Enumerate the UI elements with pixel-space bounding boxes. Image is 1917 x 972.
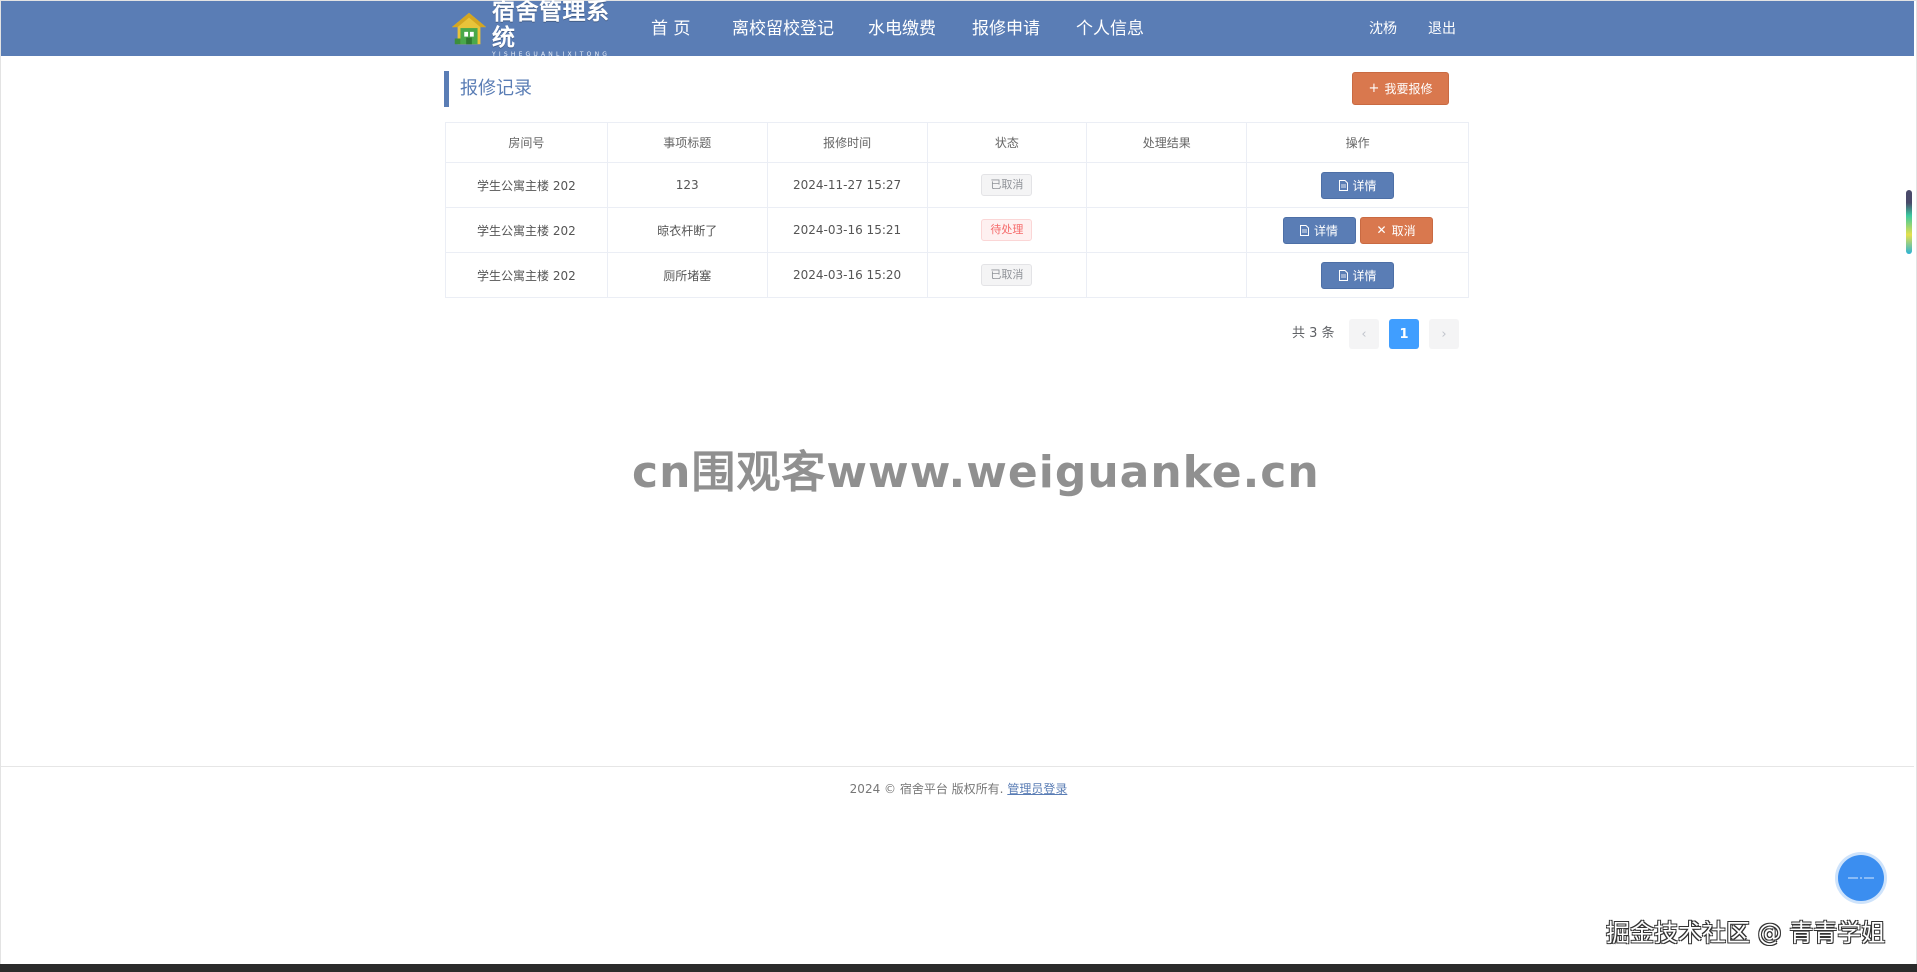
- footer-divider: [1, 766, 1914, 767]
- repair-records-table: 房间号 事项标题 报修时间 状态 处理结果 操作 学生公寓主楼 202 123 …: [445, 122, 1469, 298]
- header-result: 处理结果: [1086, 122, 1248, 163]
- cell-title: 123: [606, 162, 768, 208]
- chevron-left-icon: ‹: [1361, 326, 1367, 342]
- logo[interactable]: 宿舍管理系统 YISHEGUANLIXITONG: [450, 0, 626, 58]
- house-logo-icon: [451, 12, 487, 45]
- bottom-edge-bar: [0, 964, 1917, 972]
- cell-status: 待处理: [926, 207, 1088, 253]
- cell-time: 2024-11-27 15:27: [766, 162, 928, 208]
- cell-room: 学生公寓主楼 202: [445, 162, 608, 208]
- cell-actions: 详情: [1246, 162, 1469, 208]
- status-badge: 已取消: [981, 174, 1033, 196]
- table-header-row: 房间号 事项标题 报修时间 状态 处理结果 操作: [445, 122, 1469, 163]
- nav-utility-payment[interactable]: 水电缴费: [868, 18, 936, 40]
- nav-username[interactable]: 沈杨: [1369, 20, 1397, 38]
- dash-lines-icon: [1848, 877, 1874, 879]
- cell-room: 学生公寓主楼 202: [445, 252, 608, 298]
- cancel-button[interactable]: ✕ 取消: [1359, 216, 1433, 244]
- plus-icon: +: [1368, 81, 1380, 96]
- footer-copyright: 2024 © 宿舍平台 版权所有.: [849, 782, 1004, 796]
- admin-login-link[interactable]: 管理员登录: [1007, 782, 1067, 796]
- detail-label: 详情: [1352, 178, 1377, 193]
- floating-action-button[interactable]: [1838, 855, 1884, 901]
- detail-button[interactable]: 详情: [1282, 216, 1356, 244]
- section-title: 报修记录: [460, 78, 532, 99]
- cell-actions: 详情: [1246, 252, 1469, 298]
- detail-button[interactable]: 详情: [1321, 261, 1395, 289]
- document-icon: [1300, 224, 1310, 236]
- table-row: 学生公寓主楼 202 厕所堵塞 2024-03-16 15:20 已取消 详情: [445, 252, 1469, 298]
- status-badge: 待处理: [981, 219, 1033, 241]
- cell-result: [1086, 252, 1248, 298]
- header-status: 状态: [926, 122, 1088, 163]
- table-row: 学生公寓主楼 202 123 2024-11-27 15:27 已取消 详情: [445, 162, 1469, 208]
- scroll-indicator[interactable]: [1906, 190, 1912, 254]
- nav-logout[interactable]: 退出: [1428, 20, 1456, 38]
- next-page-button[interactable]: ›: [1429, 319, 1459, 349]
- community-watermark: 掘金技术社区 @ 青青学姐: [1606, 919, 1886, 947]
- cell-status: 已取消: [926, 252, 1088, 298]
- prev-page-button[interactable]: ‹: [1349, 319, 1379, 349]
- table-row: 学生公寓主楼 202 晾衣杆断了 2024-03-16 15:21 待处理 详情…: [445, 207, 1469, 253]
- close-icon: ✕: [1376, 223, 1387, 237]
- nav-repair-request[interactable]: 报修申请: [972, 18, 1040, 40]
- cell-result: [1086, 207, 1248, 253]
- cell-result: [1086, 162, 1248, 208]
- section-accent-bar: [444, 71, 449, 107]
- chevron-right-icon: ›: [1441, 326, 1447, 342]
- detail-button[interactable]: 详情: [1321, 171, 1395, 199]
- cell-title: 晾衣杆断了: [606, 207, 768, 253]
- cell-status: 已取消: [926, 162, 1088, 208]
- cell-time: 2024-03-16 15:20: [766, 252, 928, 298]
- logo-title: 宿舍管理系统: [492, 0, 610, 51]
- document-icon: [1338, 179, 1348, 191]
- detail-label: 详情: [1352, 268, 1377, 283]
- footer: 2024 © 宿舍平台 版权所有. 管理员登录: [0, 781, 1917, 797]
- logo-subtitle: YISHEGUANLIXITONG: [492, 51, 611, 58]
- pagination-total: 共 3 条: [1292, 326, 1335, 341]
- nav-leave-registration[interactable]: 离校留校登记: [732, 18, 834, 40]
- nav-personal-info[interactable]: 个人信息: [1076, 18, 1144, 40]
- report-repair-button[interactable]: + 我要报修: [1352, 72, 1449, 105]
- cell-room: 学生公寓主楼 202: [445, 207, 608, 253]
- status-badge: 已取消: [981, 264, 1033, 286]
- page-number-button[interactable]: 1: [1389, 319, 1419, 349]
- cell-actions: 详情 ✕ 取消: [1246, 207, 1469, 253]
- header-actions: 操作: [1246, 122, 1469, 163]
- document-icon: [1338, 269, 1348, 281]
- header-time: 报修时间: [766, 122, 928, 163]
- cell-time: 2024-03-16 15:21: [766, 207, 928, 253]
- report-repair-label: 我要报修: [1384, 82, 1433, 96]
- header-title: 事项标题: [606, 122, 768, 163]
- site-watermark: cn围观客www.weiguanke.cn: [632, 447, 1320, 498]
- nav-home[interactable]: 首 页: [651, 18, 690, 40]
- cancel-label: 取消: [1391, 223, 1416, 238]
- top-navbar: 宿舍管理系统 YISHEGUANLIXITONG 首 页 离校留校登记 水电缴费…: [1, 0, 1914, 58]
- cell-title: 厕所堵塞: [606, 252, 768, 298]
- header-room: 房间号: [445, 122, 608, 163]
- detail-label: 详情: [1314, 223, 1339, 238]
